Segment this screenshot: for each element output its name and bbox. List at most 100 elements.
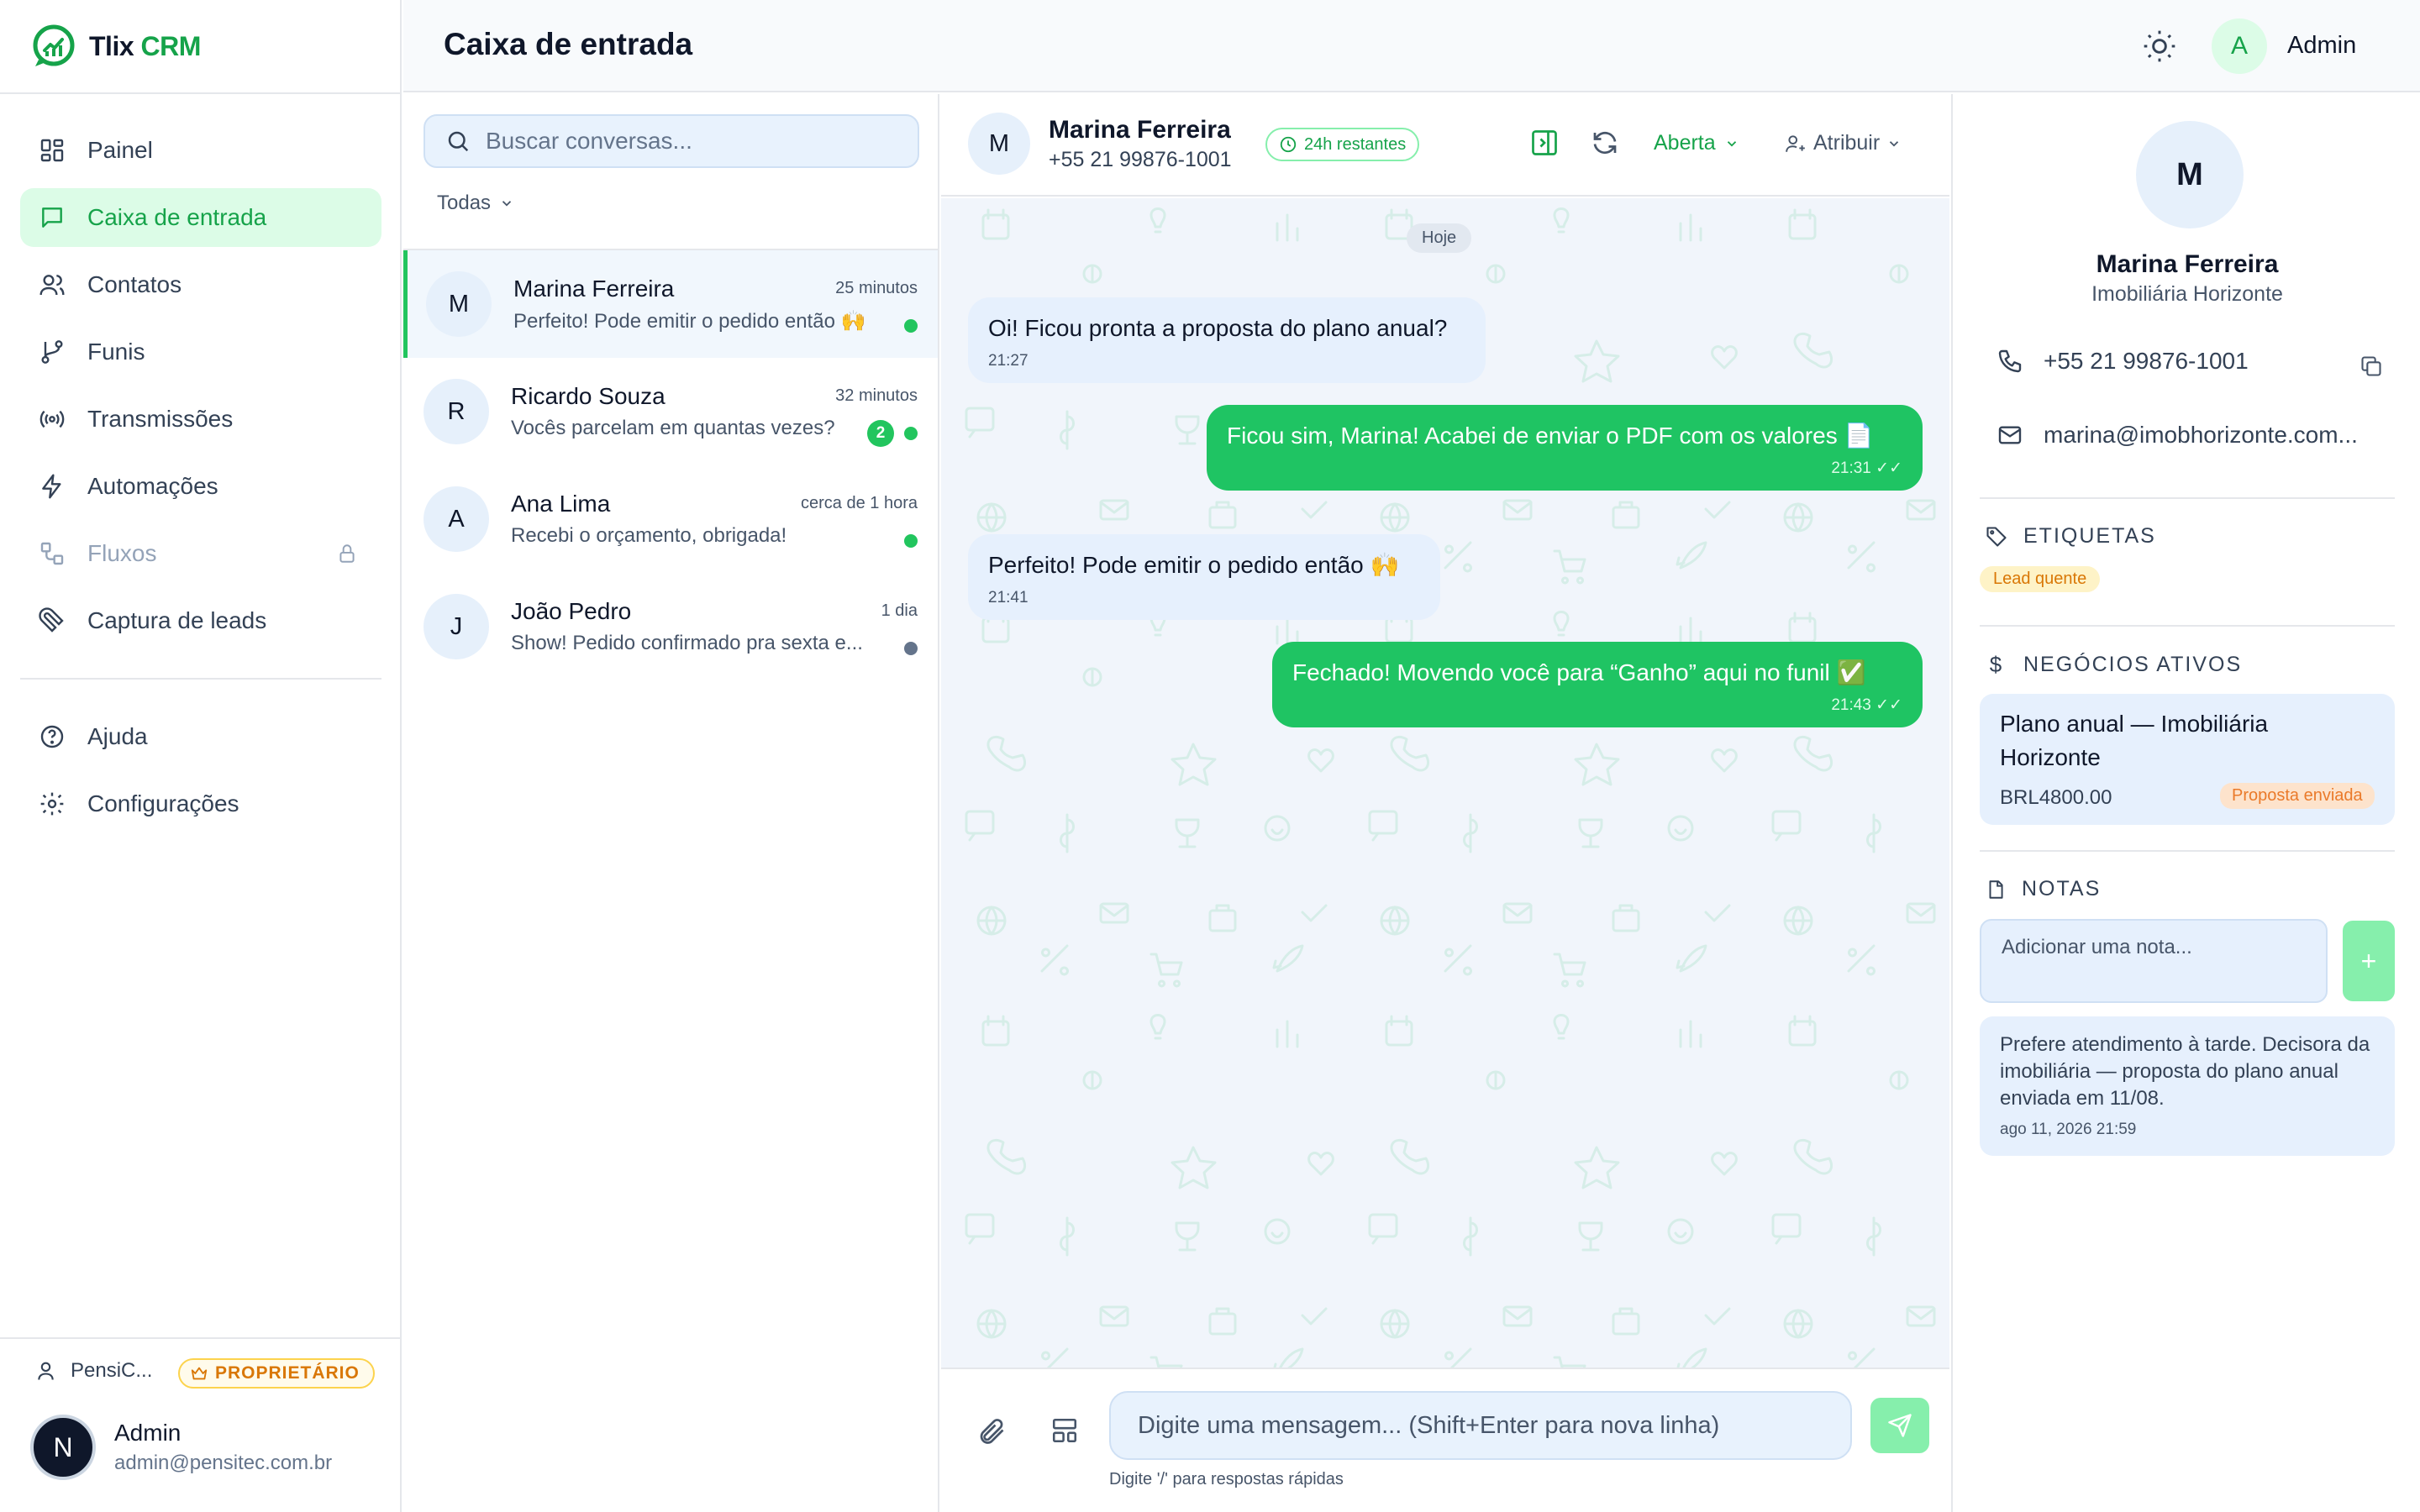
org-name: PensiC... — [71, 1359, 153, 1382]
add-note-button[interactable]: + — [2343, 921, 2395, 1001]
contact-phone: +55 21 99876-1001 — [2044, 348, 2249, 374]
brand-logo[interactable]: Tlix CRM — [30, 22, 201, 71]
status-label: Aberta — [1654, 131, 1716, 155]
online-status-dot — [904, 534, 918, 548]
message-input-box[interactable] — [1109, 1391, 1852, 1460]
conversation-name: João Pedro — [511, 598, 632, 624]
search-input[interactable] — [486, 128, 906, 155]
lock-icon — [339, 544, 355, 563]
dashboard-icon — [40, 139, 64, 162]
sidebar-item-painel[interactable]: Painel — [20, 121, 381, 180]
mail-icon — [1998, 426, 2022, 444]
header-user-name[interactable]: Admin — [2287, 32, 2356, 60]
top-header: Caixa de entrada A Admin — [403, 0, 2420, 92]
conversation-time: 1 dia — [881, 601, 918, 620]
chat-contact-avatar[interactable]: M — [968, 113, 1030, 175]
sidebar-item-contatos[interactable]: Contatos — [20, 255, 381, 314]
sidebar-item-automacoes[interactable]: Automações — [20, 457, 381, 516]
contact-email-row[interactable]: marina@imobhorizonte.com... — [1996, 422, 2358, 449]
conversation-item-ana[interactable]: A Ana Lima cerca de 1 hora Recebi o orça… — [403, 465, 938, 573]
notes-section-title: NOTAS — [1985, 877, 2101, 901]
sidebar-item-caixa-de-entrada[interactable]: Caixa de entrada — [20, 188, 381, 247]
message-time: 21:43 ✓✓ — [1292, 696, 1902, 716]
sidebar-item-label: Painel — [87, 137, 153, 163]
message-area[interactable]: Hoje Oi! Ficou pronta a proposta do plan… — [941, 198, 1949, 1462]
contact-phone-row[interactable]: +55 21 99876-1001 — [1996, 348, 2249, 375]
sidebar-item-label: Fluxos — [87, 540, 157, 566]
sidebar-item-label: Automações — [87, 473, 218, 499]
message-outgoing[interactable]: Fechado! Movendo você para “Ganho” aqui … — [1272, 642, 1923, 727]
filter-label: Todas — [437, 192, 492, 214]
conversation-item-joao[interactable]: J João Pedro 1 dia Show! Pedido confirma… — [403, 573, 938, 680]
user-plus-icon — [1786, 134, 1805, 152]
message-time-label: 21:31 — [1831, 459, 1871, 477]
message-outgoing[interactable]: Ficou sim, Marina! Acabei de enviar o PD… — [1207, 405, 1923, 491]
notes-title-label: NOTAS — [2022, 877, 2102, 900]
chat-background-pattern-icon — [941, 198, 1949, 1462]
conversation-item-marina[interactable]: M Marina Ferreira 25 minutos Perfeito! P… — [403, 250, 938, 358]
assign-dropdown[interactable]: Atribuir — [1785, 131, 1902, 155]
message-incoming[interactable]: Perfeito! Pode emitir o pedido então 🙌 2… — [968, 534, 1440, 620]
search-box[interactable] — [424, 114, 919, 168]
online-status-dot — [904, 427, 918, 440]
assign-label: Atribuir — [1813, 131, 1881, 155]
file-icon — [1989, 879, 2003, 899]
note-input-box[interactable] — [1980, 919, 2328, 1003]
sidebar-item-label: Ajuda — [87, 723, 148, 749]
sidebar-item-label: Funis — [87, 339, 145, 365]
chevron-down-icon — [502, 201, 512, 207]
panel-divider — [1980, 850, 2395, 852]
refresh-icon[interactable] — [1590, 128, 1620, 158]
crown-icon — [191, 1367, 208, 1380]
note-date: ago 11, 2026 21:59 — [2000, 1121, 2137, 1138]
user-email: admin@pensitec.com.br — [114, 1452, 333, 1474]
conversation-status-dropdown[interactable]: Aberta — [1654, 131, 1739, 155]
tag-badge[interactable]: Lead quente — [1980, 566, 2101, 592]
note-card: Prefere atendimento à tarde. Decisora da… — [1980, 1016, 2395, 1156]
conversation-time: 25 minutos — [835, 279, 918, 297]
template-icon[interactable] — [1050, 1416, 1079, 1445]
deals-title-label: NEGÓCIOS ATIVOS — [2023, 653, 2243, 676]
brand-name: Tlix CRM — [89, 30, 201, 61]
message-time-label: 21:43 — [1831, 696, 1871, 714]
message-input[interactable] — [1138, 1411, 1844, 1440]
conversation-time: 32 minutos — [835, 386, 918, 405]
role-badge: PROPRIETÁRIO — [178, 1358, 375, 1389]
message-icon — [42, 207, 62, 228]
send-button[interactable] — [1870, 1398, 1929, 1453]
window-timer-label: 24h restantes — [1304, 134, 1407, 154]
user-avatar[interactable]: N — [30, 1415, 96, 1480]
paperclip-icon[interactable] — [976, 1416, 1007, 1446]
logo-icon — [33, 24, 75, 66]
conversation-name: Ricardo Souza — [511, 383, 666, 409]
conversation-list: Todas M Marina Ferreira 25 minutos Perfe… — [403, 94, 939, 1512]
contact-company: Imobiliária Horizonte — [2091, 282, 2283, 306]
sidebar-item-captura-de-leads[interactable]: Captura de leads — [20, 591, 381, 650]
help-icon — [40, 725, 64, 748]
tag-icon — [1986, 526, 2007, 547]
sidebar-item-ajuda[interactable]: Ajuda — [20, 707, 381, 766]
theme-toggle-sun-icon[interactable] — [2141, 28, 2178, 65]
deal-card[interactable]: Plano anual — Imobiliária Horizonte BRL4… — [1980, 694, 2395, 825]
conversation-item-ricardo[interactable]: R Ricardo Souza 32 minutos Vocês parcela… — [403, 358, 938, 465]
sidebar-item-configuracoes[interactable]: Configurações — [20, 774, 381, 833]
sidebar-item-label: Configurações — [87, 790, 239, 816]
message-time: 21:31 ✓✓ — [1227, 459, 1902, 479]
toggle-panel-icon[interactable] — [1529, 128, 1560, 158]
double-check-icon: ✓✓ — [1876, 696, 1902, 714]
gear-icon — [40, 792, 64, 816]
note-input[interactable] — [2002, 936, 2312, 986]
conversation-filter-dropdown[interactable]: Todas — [437, 192, 514, 215]
sidebar-item-fluxos[interactable]: Fluxos — [20, 524, 381, 583]
sidebar-item-funis[interactable]: Funis — [20, 323, 381, 381]
header-user-avatar[interactable]: A — [2212, 18, 2267, 74]
sidebar-item-label: Contatos — [87, 271, 182, 297]
copy-icon[interactable] — [2360, 354, 2383, 378]
sidebar-item-transmissoes[interactable]: Transmissões — [20, 390, 381, 449]
chat-header: M Marina Ferreira +55 21 99876-1001 24h … — [941, 94, 1949, 197]
message-incoming[interactable]: Oi! Ficou pronta a proposta do plano anu… — [968, 297, 1486, 383]
org-switcher[interactable]: PensiC... — [37, 1359, 152, 1383]
panel-divider — [1980, 497, 2395, 499]
contact-email: marina@imobhorizonte.com... — [2044, 422, 2358, 448]
page-title: Caixa de entrada — [444, 27, 693, 61]
